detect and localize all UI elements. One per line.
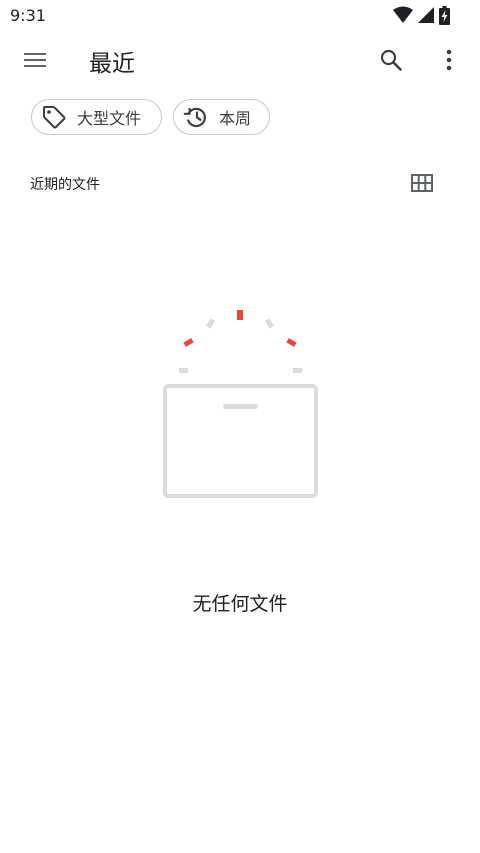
app-bar: 最近 bbox=[0, 30, 480, 90]
empty-folder-illustration bbox=[150, 300, 330, 505]
grid-view-icon bbox=[411, 174, 433, 192]
chip-label: 大型文件 bbox=[77, 109, 142, 128]
battery-charging-icon bbox=[439, 5, 450, 25]
view-toggle-button[interactable] bbox=[402, 163, 442, 203]
cellular-signal-icon bbox=[418, 7, 434, 23]
menu-button[interactable] bbox=[13, 38, 57, 82]
chip-this-week[interactable]: 本周 bbox=[173, 99, 270, 135]
status-bar: 9:31 bbox=[0, 0, 480, 30]
status-time: 9:31 bbox=[10, 6, 46, 25]
section-label: 近期的文件 bbox=[30, 177, 100, 193]
more-vert-icon bbox=[446, 49, 452, 71]
empty-state-message: 无任何文件 bbox=[192, 593, 288, 615]
history-icon bbox=[183, 104, 209, 130]
status-icons bbox=[393, 5, 450, 25]
search-button[interactable] bbox=[369, 38, 413, 82]
search-icon bbox=[380, 49, 402, 71]
more-options-button[interactable] bbox=[427, 38, 471, 82]
chip-large-files[interactable]: 大型文件 bbox=[31, 99, 162, 135]
chip-label: 本周 bbox=[219, 109, 252, 128]
wifi-icon bbox=[393, 6, 413, 23]
tag-icon bbox=[41, 104, 67, 130]
page-title: 最近 bbox=[89, 51, 135, 77]
hamburger-menu-icon bbox=[24, 53, 46, 67]
